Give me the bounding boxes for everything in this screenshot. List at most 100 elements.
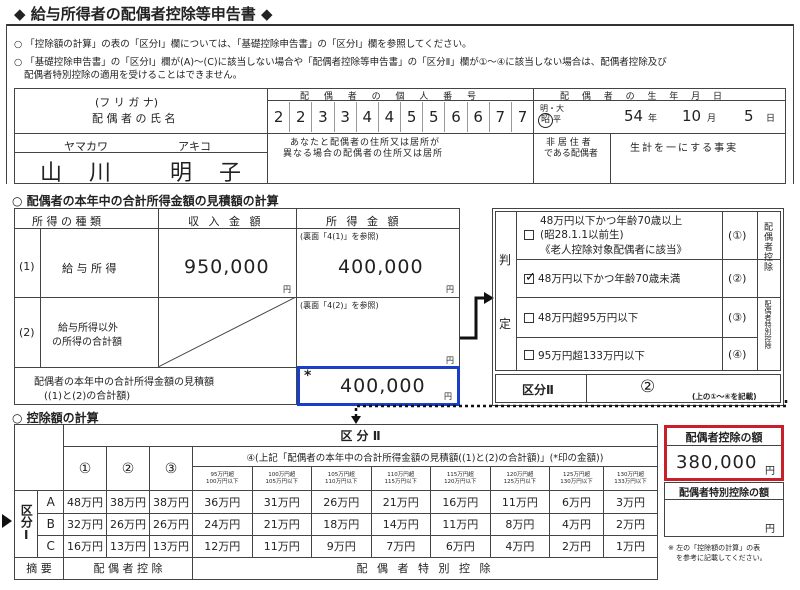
summary-label: 摘 要: [14, 556, 64, 581]
spouse-row-line-2: [14, 152, 267, 153]
row1-income: 400,000: [338, 256, 424, 278]
kubun1-label-cell: 区分Ⅰ: [13, 490, 39, 558]
row2-label-2: の所得の合計額: [52, 337, 122, 348]
table-cell: 21万円: [370, 490, 432, 514]
range-to: 100万円以下: [206, 478, 239, 485]
note-1: ○ 「控除額の計算」の表の「区分Ⅰ」欄については、「基礎控除申告書」の「区分Ⅰ」…: [14, 39, 472, 50]
item2-label: 48万円以下かつ年齢70歳未満: [538, 273, 681, 285]
col3-header: ③: [149, 446, 193, 492]
month-unit: 月: [707, 114, 717, 124]
range-to: 125万円以下: [503, 478, 537, 485]
address-label-2: 異なる場合の配偶者の住所又は居所: [283, 149, 444, 159]
birth-month: 10: [682, 107, 702, 125]
mynumber-digit: 7: [517, 108, 528, 126]
range-from: 95万円超: [210, 471, 235, 478]
range-from: 120万円超: [506, 471, 534, 478]
income-section-heading: ○ 配偶者の本年中の合計所得金額の見積額の計算: [12, 194, 279, 208]
deduction-note-2: を参考に記載してください。: [676, 554, 767, 562]
spouse-divider-3: [610, 133, 611, 184]
day-unit: 日: [766, 114, 776, 124]
spouse-kana-given: アキコ: [178, 140, 211, 153]
judgment-item-4[interactable]: 95万円超133万円以下: [522, 340, 720, 370]
mynumber-digit: 4: [357, 102, 379, 132]
judgment-line-side: [757, 297, 781, 298]
table-cell: 32万円: [63, 512, 107, 536]
table-cell: 4万円: [549, 512, 604, 536]
mynumber-digit: 4: [379, 102, 402, 132]
judgment-item-3[interactable]: 48万円超95万円以下: [522, 300, 720, 335]
item2-checkbox[interactable]: [524, 270, 536, 285]
judgment-num-col: [722, 211, 723, 371]
table-cell: 6万円: [430, 534, 491, 558]
special-deduction-label: 配偶者特別控除の額: [665, 483, 783, 500]
row-pointer-arrow: [2, 514, 12, 528]
item4-num: (④): [728, 348, 747, 361]
kubun2-label: 区分Ⅱ: [522, 383, 554, 397]
outer-right-border: [793, 24, 794, 184]
table-cell: 2万円: [549, 534, 604, 558]
outer-left-border: [6, 24, 7, 184]
table-cell: 13万円: [106, 534, 150, 558]
support-label: 生計を一にする事実: [630, 143, 739, 154]
mynumber-digit: 7: [490, 102, 512, 132]
judgment-label-bottom: 定: [499, 317, 512, 331]
row2-income-ref: (裏面「4(2)」を参照): [300, 301, 379, 310]
row1-income-yen: 円: [446, 285, 454, 294]
spouse-deduction-label: 配偶者控除の額: [667, 428, 781, 446]
mynumber-digit: 2: [290, 102, 313, 132]
table-cell: 26万円: [106, 512, 150, 536]
era-bottom: 平: [553, 115, 561, 124]
kubun2-divider: [586, 374, 587, 403]
mynumber-digit: 3: [312, 102, 335, 132]
total-mark: *: [304, 368, 312, 384]
item2-num: (②): [728, 272, 747, 285]
note-2: ○ 「基礎控除申告書」の「区分Ⅰ」欄が(A)～(C)に該当しない場合や「配偶者控…: [14, 57, 667, 68]
item1-checkbox[interactable]: [524, 230, 534, 240]
judgment-line-3: [516, 337, 757, 338]
row-key-c: C: [37, 534, 64, 558]
range-to: 130万円以下: [560, 478, 593, 485]
judgment-label-col: [516, 211, 517, 371]
range-cell: 130万円超 133万円以下: [602, 466, 659, 492]
deduction-calc-table: 区 分 Ⅱ ① ② ③ ④(上記「配偶者の本年中の合計所得金額の見積額((1)と…: [13, 423, 659, 581]
row1-label: 給 与 所 得: [62, 262, 117, 275]
judgment-item-1[interactable]: 48万円以下かつ年齢70歳以上 (昭28.1.1以前生) 《老人控除対象配偶者に…: [522, 212, 720, 258]
item3-checkbox[interactable]: [524, 312, 534, 323]
table-cell: 2万円: [602, 512, 659, 536]
table-cell: 11万円: [489, 490, 551, 514]
range-from: 110万円超: [387, 471, 415, 478]
table-cell: 4万円: [489, 534, 551, 558]
item1-line1: 48万円以下かつ年齢70歳以上: [540, 215, 683, 227]
range-cell: 120万円超 125万円以下: [489, 466, 551, 492]
total-label-2: ((1)と(2)の合計額): [44, 391, 131, 402]
table-cell: 24万円: [192, 512, 253, 536]
item1-line3: 《老人控除対象配偶者に該当》: [540, 244, 687, 256]
table-cell: 8万円: [489, 512, 551, 536]
table-cell: 21万円: [251, 512, 313, 536]
col2-header: ②: [106, 446, 150, 492]
table-cell: 3万円: [602, 490, 659, 514]
year-unit: 年: [648, 114, 658, 124]
mynumber-label: 配 偶 者 の 個 人 番 号: [300, 92, 483, 102]
special-deduction-yen: 円: [765, 524, 775, 535]
range-to: 120万円以下: [444, 478, 477, 485]
form-title: ◆ 給与所得者の配偶者控除等申告書 ◆: [14, 5, 273, 23]
range-cell: 100万円超 105万円以下: [251, 466, 313, 492]
table-cell: 48万円: [63, 490, 107, 514]
total-amount: 400,000: [340, 375, 426, 397]
kubun2-value: ②: [640, 377, 656, 397]
item4-checkbox[interactable]: [524, 350, 534, 360]
judgment-side-col: [757, 211, 758, 371]
total-label-1: 配偶者の本年中の合計所得金額の見積額: [34, 377, 214, 388]
range-from: 105万円超: [327, 471, 355, 478]
corner-cell: [14, 423, 64, 492]
range-cell: 110万円超 115万円以下: [370, 466, 432, 492]
birth-label: 配 偶 者 の 生 年 月 日: [560, 92, 728, 102]
birth-day: 5: [744, 107, 754, 125]
table-cell: 26万円: [311, 490, 372, 514]
table-cell: 6万円: [549, 490, 604, 514]
mynumber-digit: 6: [445, 102, 468, 132]
judgment-item-2[interactable]: 48万円以下かつ年齢70歳未満: [522, 262, 720, 295]
item3-label: 48万円超95万円以下: [538, 312, 639, 324]
row-key-b: B: [37, 512, 64, 536]
